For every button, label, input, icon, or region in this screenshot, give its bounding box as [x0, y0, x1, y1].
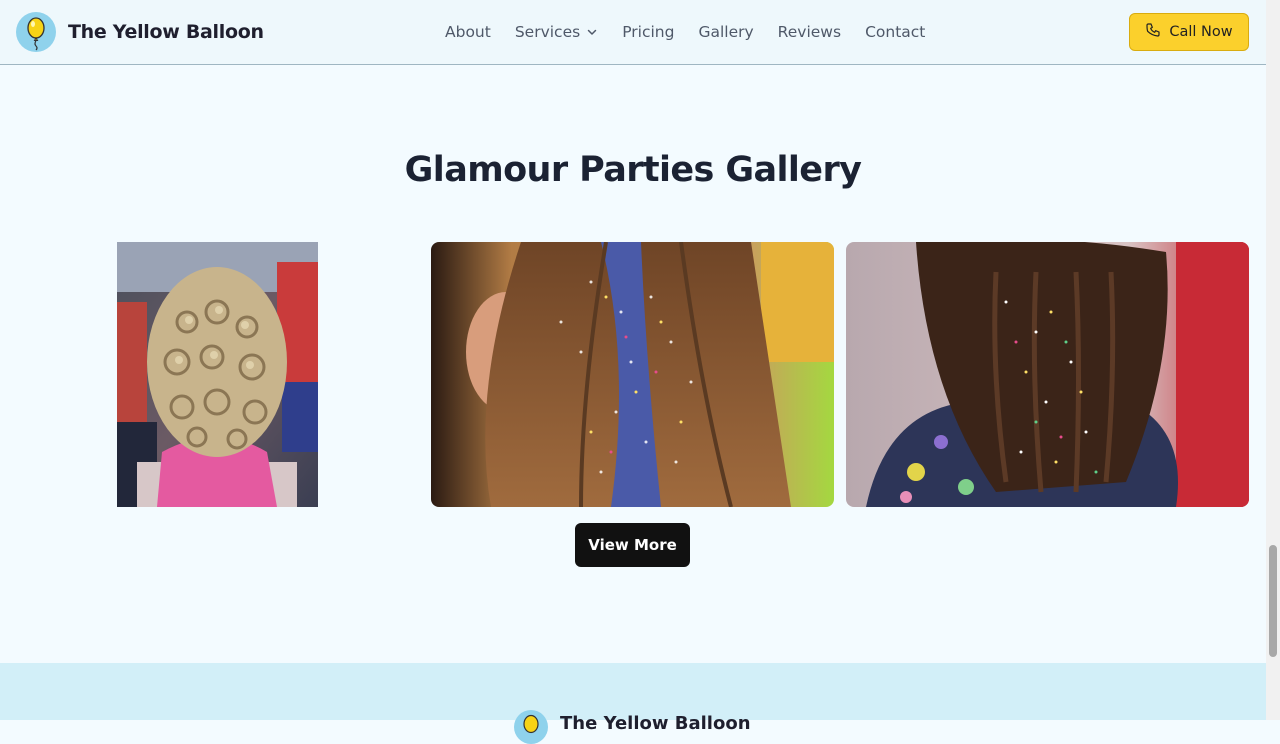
- call-now-button[interactable]: Call Now: [1129, 13, 1249, 51]
- site-footer: The Yellow Balloon: [0, 663, 1266, 744]
- balloon-icon: [16, 12, 56, 52]
- brand-name: The Yellow Balloon: [68, 21, 264, 43]
- gallery-photo-curly-updo[interactable]: [117, 242, 318, 507]
- nav-pricing[interactable]: Pricing: [622, 23, 674, 41]
- balloon-icon: [514, 710, 548, 744]
- phone-icon: [1145, 22, 1161, 42]
- site-header: The Yellow Balloon About Services Pricin…: [0, 0, 1266, 65]
- view-more-button[interactable]: View More: [575, 523, 690, 567]
- gallery-photo-blue-glitter[interactable]: [431, 242, 834, 507]
- gallery-photo-glitter-braids[interactable]: [846, 242, 1249, 507]
- scrollbar-thumb[interactable]: [1269, 545, 1277, 657]
- call-now-label: Call Now: [1169, 24, 1233, 40]
- chevron-down-icon: [586, 26, 598, 38]
- nav-about[interactable]: About: [445, 23, 491, 41]
- main-nav: About Services Pricing Gallery Reviews C…: [445, 20, 949, 44]
- gallery-title: Glamour Parties Gallery: [404, 150, 862, 190]
- nav-services[interactable]: Services: [515, 23, 598, 41]
- nav-gallery[interactable]: Gallery: [698, 23, 753, 41]
- footer-brand-name: The Yellow Balloon: [560, 713, 751, 734]
- nav-contact[interactable]: Contact: [865, 23, 925, 41]
- brand-link[interactable]: The Yellow Balloon: [16, 12, 264, 52]
- page-scrollbar[interactable]: [1266, 0, 1280, 720]
- nav-services-label: Services: [514, 23, 581, 41]
- nav-reviews[interactable]: Reviews: [778, 23, 841, 41]
